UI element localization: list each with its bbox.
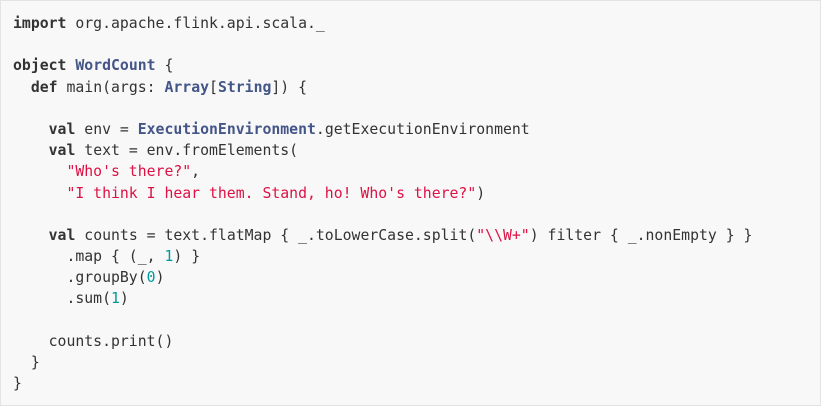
plain-token: main(args: <box>57 78 165 96</box>
string-token: "Who's there?" <box>66 163 192 181</box>
plain-token: env = <box>75 120 138 138</box>
code-line: .sum(1) <box>13 288 808 309</box>
string-token: "\\W+" <box>476 226 530 244</box>
type-token: ExecutionEnvironment <box>137 120 316 138</box>
code-line: val text = env.fromElements( <box>13 140 808 161</box>
keyword-token: val <box>48 226 76 244</box>
plain-token: .getExecutionEnvironment <box>315 120 530 138</box>
plain-token: ) <box>476 184 486 202</box>
string-token: "I think I hear them. Stand, ho! Who's t… <box>66 184 477 202</box>
plain-token: ) <box>119 290 129 308</box>
keyword-token: import <box>13 15 67 32</box>
plain-token: { <box>155 57 174 75</box>
plain-token: text = env.fromElements( <box>75 142 299 160</box>
code-block: import org.apache.flink.api.scala._ obje… <box>0 0 821 406</box>
plain-token: ) } <box>173 248 201 266</box>
plain-token: counts = text.flatMap { _.toLowerCase.sp… <box>75 226 477 244</box>
code-line: } <box>13 352 808 373</box>
type-token: Array <box>164 78 210 96</box>
code-line: val counts = text.flatMap { _.toLowerCas… <box>13 225 808 246</box>
keyword-token: val <box>48 120 76 138</box>
code-line: "Who's there?", <box>13 161 808 182</box>
code-line: def main(args: Array[String]) { <box>13 77 808 98</box>
keyword-token: def <box>30 78 58 96</box>
keyword-token: val <box>48 142 76 160</box>
type-token: String <box>217 78 272 96</box>
plain-token: .groupBy( <box>13 269 147 287</box>
code-line: .map { (_, 1) } <box>13 246 808 267</box>
number-token: 0 <box>146 269 156 287</box>
number-token: 1 <box>111 290 120 308</box>
code-line: object WordCount { <box>13 55 808 76</box>
plain-token: ) filter { _.nonEmpty } } <box>529 226 753 244</box>
plain-token: ) <box>155 269 165 287</box>
plain-token: } <box>13 375 22 393</box>
plain-token: .map { (_, <box>13 248 165 266</box>
plain-token: ]) { <box>271 78 308 96</box>
code-lines: import org.apache.flink.api.scala._ obje… <box>13 13 808 394</box>
code-line: .groupBy(0) <box>13 267 808 288</box>
code-line: val env = ExecutionEnvironment.getExecut… <box>13 119 808 140</box>
code-line: "I think I hear them. Stand, ho! Who's t… <box>13 183 808 204</box>
code-line: import org.apache.flink.api.scala._ <box>13 13 808 34</box>
plain-token: [ <box>209 78 218 96</box>
plain-token: counts.print() <box>13 332 174 350</box>
type-token: WordCount <box>75 57 156 75</box>
plain-token: org.apache.flink.api.scala._ <box>66 15 325 32</box>
code-line: } <box>13 373 808 394</box>
plain-token: .sum( <box>13 290 111 308</box>
code-line: counts.print() <box>13 331 808 352</box>
plain-token: , <box>191 163 201 181</box>
plain-token: } <box>13 354 40 371</box>
keyword-token: object <box>13 57 67 75</box>
